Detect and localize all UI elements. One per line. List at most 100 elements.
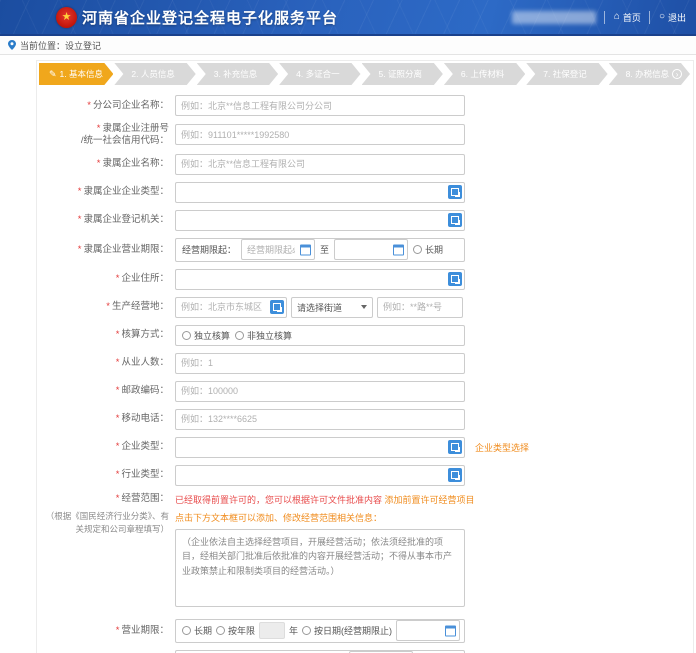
- home-link[interactable]: ⌂首页: [604, 11, 641, 24]
- logout-link[interactable]: ○退出: [649, 11, 686, 24]
- years-suffix-label: 年: [289, 624, 298, 637]
- parent-term-label: 隶属企业营业期限：: [83, 244, 169, 255]
- field-business-term: *营业期限： 长期 按年限 年 按日期(经营期限止): [43, 619, 687, 643]
- business-place-label: 生产经营地：: [112, 301, 169, 312]
- field-company-type: *企业类型： 企业类型选择: [43, 437, 687, 458]
- accounting-label: 核算方式：: [121, 329, 169, 340]
- radio-circle-icon: [302, 626, 311, 635]
- term-to-label: 至: [320, 243, 329, 256]
- home-link-label: 首页: [623, 11, 641, 24]
- radio-independent-accounting[interactable]: 独立核算: [182, 329, 230, 342]
- radio-non-independent-accounting[interactable]: 非独立核算: [235, 329, 292, 342]
- add-prelicense-items-link[interactable]: 添加前置许可经营项目: [385, 495, 475, 505]
- scope-hint-orange: 点击下方文本框可以添加、修改经营范围相关信息：: [175, 511, 475, 524]
- postcode-label: 邮政编码：: [121, 385, 169, 396]
- picker-dialog-icon[interactable]: [448, 272, 462, 286]
- business-term-label: 营业期限：: [121, 625, 169, 636]
- step-tab-3-supplement-info[interactable]: 3. 补充信息: [197, 63, 278, 85]
- field-parent-term: *隶属企业营业期限： 经营期限起： 至 长期: [43, 238, 687, 262]
- radio-term-by-years[interactable]: 按年限: [216, 624, 255, 637]
- company-type-input[interactable]: [175, 437, 465, 458]
- company-type-select-link[interactable]: 企业类型选择: [475, 441, 529, 454]
- radio-term-by-date[interactable]: 按日期(经营期限止): [302, 624, 392, 637]
- field-mobile: *移动电话：: [43, 409, 687, 430]
- picker-dialog-icon[interactable]: [448, 440, 462, 454]
- field-parent-name: *隶属企业名称：: [43, 154, 687, 175]
- step-tab-5-cert-separation[interactable]: 5. 证照分离: [362, 63, 443, 85]
- parent-type-label: 隶属企业企业类型：: [83, 186, 169, 197]
- business-scope-label: 经营范围：: [121, 493, 169, 504]
- radio-circle-icon: [182, 626, 191, 635]
- radio-circle-icon: [413, 245, 422, 254]
- step-tab-2-personnel-info[interactable]: 2. 人员信息: [114, 63, 195, 85]
- user-name-redacted: [512, 11, 596, 24]
- picker-dialog-icon[interactable]: [448, 468, 462, 482]
- business-scope-textarea[interactable]: （企业依法自主选择经营项目，开展经营活动；依法须经批准的项目，经相关部门批准后依…: [175, 529, 465, 607]
- step-nav: ✎1. 基本信息 2. 人员信息 3. 补充信息 4. 多证合一 5. 证照分离…: [39, 63, 691, 85]
- field-postcode: *邮政编码：: [43, 381, 687, 402]
- parent-name-input[interactable]: [175, 154, 465, 175]
- parent-authority-input[interactable]: [175, 210, 465, 231]
- street-select[interactable]: 请选择街道: [291, 297, 373, 318]
- address-input[interactable]: [175, 269, 465, 290]
- app-header: 河南省企业登记全程电子化服务平台 ⌂首页 ○退出: [0, 0, 696, 36]
- parent-code-input[interactable]: [175, 124, 465, 145]
- branch-name-label: 分公司企业名称：: [93, 100, 169, 111]
- breadcrumb-label: 当前位置：设立登记: [20, 39, 101, 52]
- field-branch-name: *分公司企业名称：: [43, 95, 687, 116]
- picker-dialog-icon[interactable]: [448, 185, 462, 199]
- scope-hint-red: 已经取得前置许可的，您可以根据许可文件批准内容 添加前置许可经营项目: [175, 493, 475, 506]
- step-tab-7-social-security[interactable]: 7. 社保登记: [526, 63, 607, 85]
- page-title: 河南省企业登记全程电子化服务平台: [82, 7, 338, 28]
- employees-input[interactable]: [175, 353, 465, 374]
- branch-name-input[interactable]: [175, 95, 465, 116]
- field-business-scope: *经营范围： （根据《国民经济行业分类》、有关规定和公司章程填写） 已经取得前置…: [43, 493, 687, 612]
- step-tab-4-multi-cert[interactable]: 4. 多证合一: [279, 63, 360, 85]
- field-employees: *从业人数：: [43, 353, 687, 374]
- mobile-input[interactable]: [175, 409, 465, 430]
- radio-term-long[interactable]: 长期: [182, 624, 212, 637]
- field-business-place: *生产经营地： 请选择街道: [43, 297, 687, 318]
- field-parent-code: *隶属企业注册号/统一社会信用代码：: [43, 123, 687, 147]
- parent-term-group: 经营期限起： 至 长期: [175, 238, 465, 262]
- breadcrumb: 当前位置：设立登记: [0, 36, 696, 55]
- parent-type-input[interactable]: [175, 182, 465, 203]
- accounting-group: 独立核算 非独立核算: [175, 325, 465, 346]
- industry-type-label: 行业类型：: [121, 469, 169, 480]
- field-address: *企业住所：: [43, 269, 687, 290]
- calendar-icon[interactable]: [393, 244, 404, 255]
- basic-info-form: *分公司企业名称： *隶属企业注册号/统一社会信用代码： *隶属企业名称： *隶…: [39, 95, 691, 653]
- field-parent-type: *隶属企业企业类型：: [43, 182, 687, 203]
- step-tab-8-tax-info[interactable]: 8. 办税信息›: [609, 63, 690, 85]
- step-tab-6-upload-materials[interactable]: 6. 上传材料: [444, 63, 525, 85]
- detail-address-input[interactable]: [377, 297, 463, 318]
- parent-authority-label: 隶属企业登记机关：: [83, 214, 169, 225]
- radio-circle-icon: [182, 331, 191, 340]
- radio-parent-term-long[interactable]: 长期: [413, 243, 443, 256]
- national-emblem-logo: [56, 7, 77, 28]
- location-pin-icon: [8, 40, 16, 50]
- step-tab-1-basic-info[interactable]: ✎1. 基本信息: [39, 63, 113, 85]
- chevron-down-icon: [361, 305, 367, 309]
- field-accounting: *核算方式： 独立核算 非独立核算: [43, 325, 687, 346]
- field-industry-type: *行业类型：: [43, 465, 687, 486]
- industry-type-input[interactable]: [175, 465, 465, 486]
- logout-icon: ○: [659, 12, 665, 22]
- employees-label: 从业人数：: [121, 357, 169, 368]
- calendar-icon[interactable]: [445, 625, 456, 636]
- mobile-label: 移动电话：: [121, 413, 169, 424]
- home-icon: ⌂: [614, 12, 620, 22]
- parent-code-label-line1: 隶属企业注册号: [102, 123, 169, 134]
- picker-dialog-icon[interactable]: [448, 213, 462, 227]
- form-panel: ✎1. 基本信息 2. 人员信息 3. 补充信息 4. 多证合一 5. 证照分离…: [36, 60, 694, 653]
- postcode-input[interactable]: [175, 381, 465, 402]
- radio-circle-icon: [216, 626, 225, 635]
- pencil-icon: ✎: [49, 70, 57, 79]
- term-start-label: 经营期限起：: [182, 243, 236, 256]
- chevron-right-circle-icon: ›: [672, 69, 682, 79]
- address-label: 企业住所：: [121, 273, 169, 284]
- parent-name-label: 隶属企业名称：: [102, 158, 169, 169]
- years-input[interactable]: [259, 622, 285, 639]
- calendar-icon[interactable]: [300, 244, 311, 255]
- picker-dialog-icon[interactable]: [270, 300, 284, 314]
